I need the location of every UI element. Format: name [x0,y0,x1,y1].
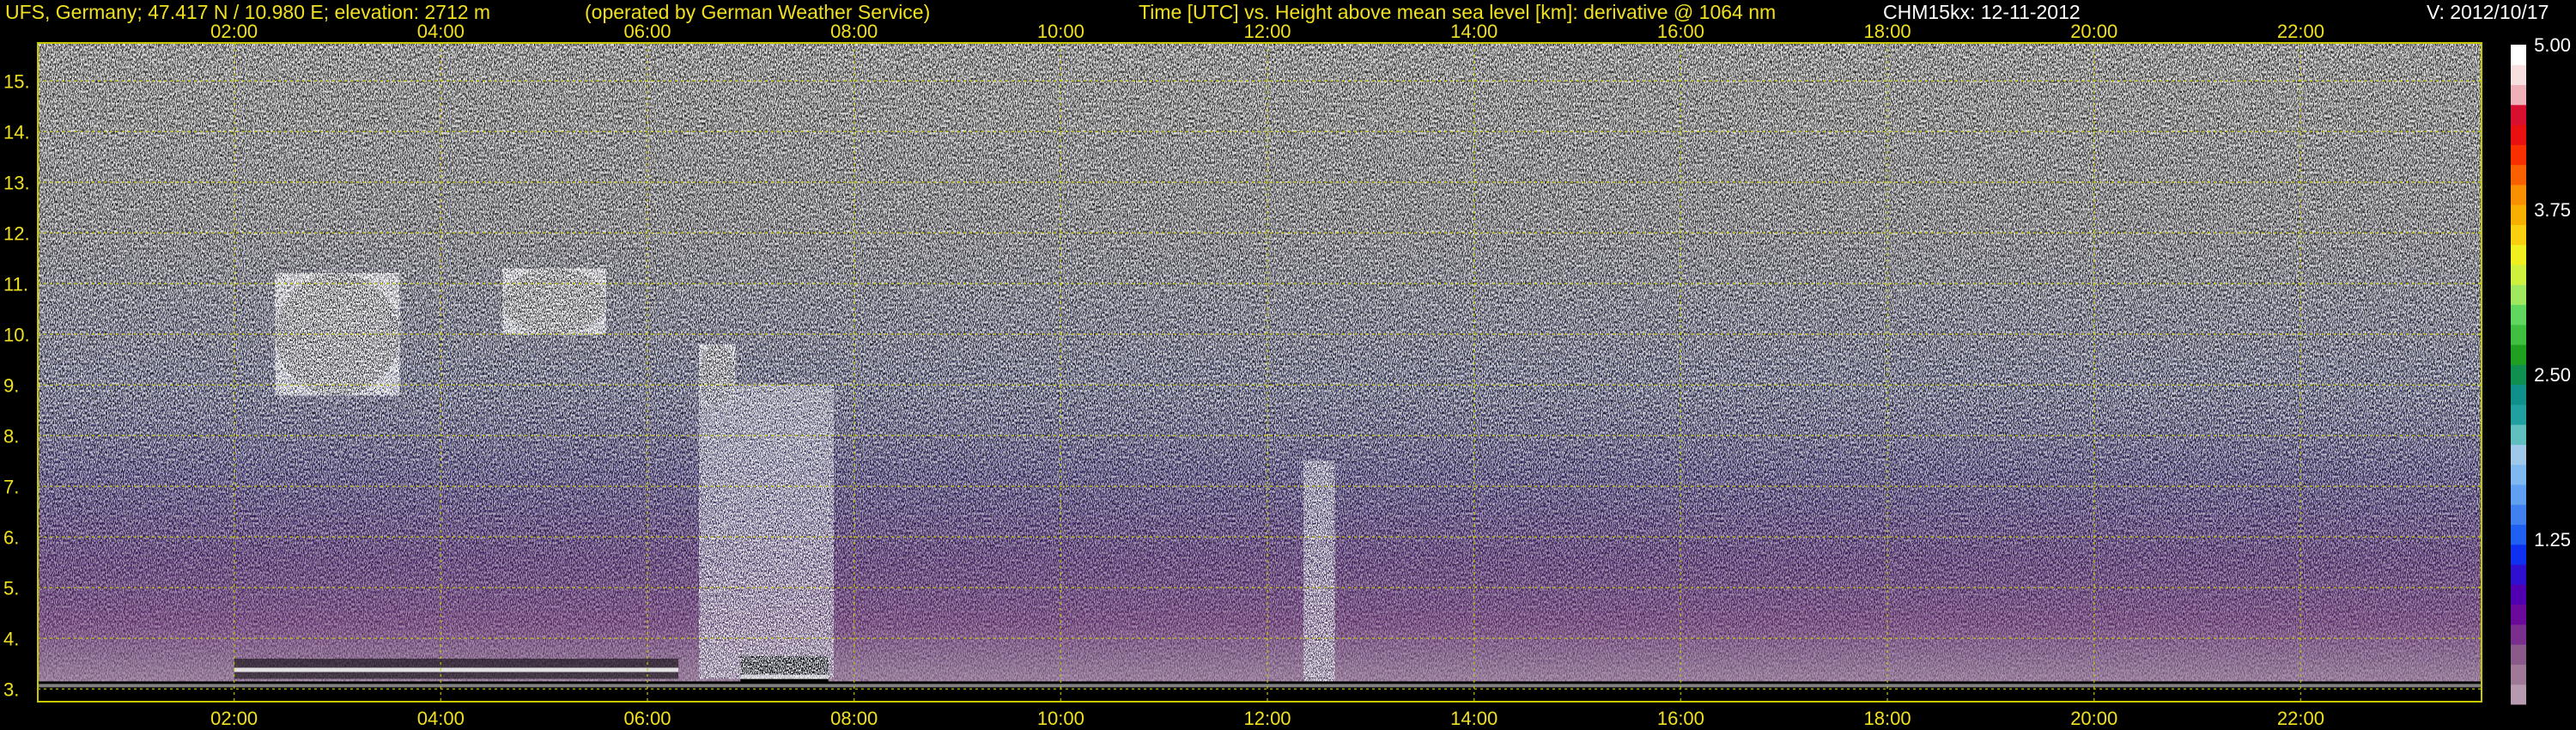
ground-edge [38,684,2482,688]
colorbar-label: 5.00 [2534,34,2571,56]
colorbar-swatch [2511,624,2526,645]
colorbar-swatch [2511,504,2526,526]
ground-band [38,681,2482,702]
x-tick-label-bottom: 20:00 [2070,708,2117,729]
x-tick-label-top: 14:00 [1450,21,1498,42]
feature-precipitation-streak [1303,460,1335,690]
y-tick-label: 6. [3,526,19,548]
noise-light [38,43,2482,702]
colorbar-swatch [2511,404,2526,425]
y-tick-label: 12. [3,222,30,244]
colorbar-swatch [2511,104,2526,125]
colorbar-label: 2.50 [2534,364,2571,386]
streak-speckle [1303,460,1335,690]
y-tick-label: 5. [3,577,19,599]
y-tick-label: 13. [3,172,30,193]
x-tick-label-top: 08:00 [830,21,878,42]
colorbar-swatch [2511,644,2526,665]
colorbar-swatch [2511,144,2526,166]
colorbar-swatch [2511,584,2526,605]
x-tick-label-bottom: 18:00 [1864,708,1911,729]
colorbar-swatch [2511,464,2526,485]
colorbar-swatch [2511,204,2526,225]
x-tick-label-bottom: 10:00 [1037,708,1084,729]
colorbar-swatch [2511,424,2526,445]
y-tick-label: 10. [3,324,30,345]
colorbar-swatch [2511,604,2526,625]
x-tick-label-top: 10:00 [1037,21,1084,42]
colorbar-swatch [2511,84,2526,106]
feature-boundary-layer-top [234,658,679,679]
x-tick-label-top: 18:00 [1864,21,1911,42]
x-tick-label-bottom: 04:00 [417,708,465,729]
plot-area [38,43,2482,702]
heatmap-noise [38,43,2482,702]
x-tick-label-top: 22:00 [2277,21,2324,42]
x-tick-label-bottom: 02:00 [210,708,258,729]
colorbar-swatch [2511,344,2526,365]
y-tick-label: 11. [3,273,28,295]
x-tick-label-top: 16:00 [1657,21,1704,42]
colorbar-swatch [2511,484,2526,505]
colorbar-swatch [2511,184,2526,205]
x-tick-label-bottom: 14:00 [1450,708,1498,729]
colorbar-swatch [2511,384,2526,405]
x-tick-label-top: 20:00 [2070,21,2117,42]
y-tick-label: 9. [3,374,19,396]
x-tick-label-bottom: 08:00 [830,708,878,729]
x-tick-label-bottom: 06:00 [623,708,671,729]
y-tick-label: 8. [3,425,19,447]
colorbar-swatch [2511,444,2526,465]
y-tick-label: 7. [3,476,19,497]
x-tick-label-top: 12:00 [1243,21,1291,42]
colorbar: 1.25 2.50 3.75 5.00 [2511,34,2571,705]
x-tick-label-top: 06:00 [623,21,671,42]
x-tick-label-bottom: 16:00 [1657,708,1704,729]
colorbar-label: 3.75 [2534,199,2571,221]
y-tick-label: 4. [3,628,19,649]
colorbar-label: 1.25 [2534,529,2571,551]
colorbar-swatch [2511,324,2526,345]
x-tick-label-bottom: 22:00 [2277,708,2324,729]
x-tick-label-bottom: 12:00 [1243,708,1291,729]
lidar-chart: 02:00 02:00 04:00 04:00 06:00 06:00 08:00 08:00… [3,21,2571,729]
colorbar-swatch [2511,125,2526,145]
y-tick-label: 15. [3,70,30,92]
colorbar-swatch [2511,664,2526,685]
colorbar-swatch [2511,45,2526,65]
feature-cloud [502,268,606,335]
bl-edge [234,667,679,672]
colorbar-swatch [2511,564,2526,585]
colorbar-swatch [2511,364,2526,386]
x-tick-label-top: 02:00 [210,21,258,42]
cloud-speckle [502,268,606,335]
colorbar-swatch [2511,544,2526,565]
streak-speckle [699,385,834,679]
feature-precipitation-streak [699,385,834,679]
y-tick-label: 14. [3,121,30,143]
colorbar-swatch [2511,164,2526,186]
colorbar-swatch [2511,224,2526,246]
colorbar-swatch [2511,524,2526,545]
x-tick-label-top: 04:00 [417,21,465,42]
colorbar-swatch [2511,684,2526,705]
colorbar-swatch [2511,284,2526,306]
colorbar-swatch [2511,265,2526,285]
colorbar-swatch [2511,244,2526,265]
y-tick-label: 3. [3,678,19,700]
colorbar-swatch [2511,64,2526,86]
colorbar-swatch [2511,304,2526,325]
